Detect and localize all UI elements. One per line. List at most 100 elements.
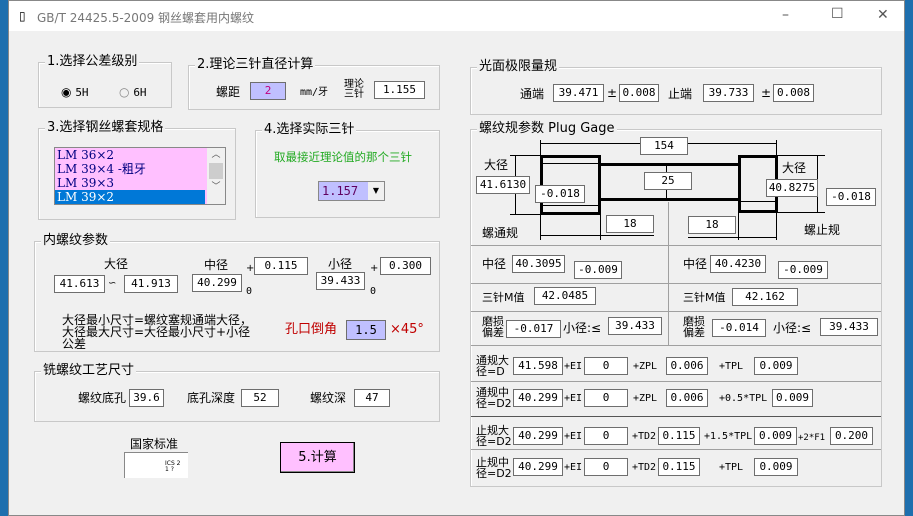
zpl-field[interactable]: 0.006 bbox=[666, 389, 708, 407]
tpl-field[interactable]: 0.009 bbox=[772, 389, 813, 407]
range-symbol: ∽ bbox=[108, 278, 117, 289]
zpl-field[interactable]: 0.006 bbox=[666, 357, 708, 375]
major-max-field[interactable]: 41.913 bbox=[124, 275, 178, 293]
actual-pin-group: 4.选择实际三针 bbox=[255, 121, 440, 218]
actual-pin-combo[interactable]: 1.157 ▼ bbox=[318, 181, 385, 201]
chamfer-field[interactable]: 1.5 bbox=[346, 320, 386, 340]
pitch-upper-field[interactable]: 0.115 bbox=[254, 257, 308, 275]
minimize-button[interactable]: – bbox=[782, 7, 789, 23]
length-field[interactable]: 154 bbox=[640, 137, 688, 155]
nogo-pitch-label: 中径 bbox=[683, 257, 708, 271]
pitch-lower: 0 bbox=[246, 286, 253, 297]
ei-field[interactable]: 0 bbox=[584, 427, 628, 445]
depth-field[interactable]: 52 bbox=[241, 389, 279, 407]
ei-field[interactable]: 0 bbox=[584, 389, 628, 407]
td2-field[interactable]: 0.115 bbox=[658, 458, 700, 476]
go-tol-field[interactable]: 0.008 bbox=[619, 84, 659, 102]
scroll-down-icon[interactable]: ﹀ bbox=[207, 180, 225, 194]
list-scrollbar[interactable]: ︿ ﹀ bbox=[207, 148, 225, 204]
maximize-button[interactable]: ☐ bbox=[831, 6, 844, 22]
actual-pin-title: 4.选择实际三针 bbox=[262, 121, 357, 139]
pitch-input[interactable]: 2 bbox=[250, 82, 286, 100]
spec-listbox[interactable]: LM 36×2 LM 39×4 -粗牙 LM 39×3 LM 39×2 ︿ ﹀ bbox=[54, 147, 226, 205]
nogo-end-field[interactable]: 39.733 bbox=[703, 84, 754, 102]
ei-field[interactable]: 0 bbox=[584, 458, 628, 476]
major-min-field[interactable]: 41.613 bbox=[54, 275, 105, 293]
theory-pin-label: 理论三针 bbox=[344, 79, 364, 100]
radio-5h[interactable]: ◉ 5H bbox=[61, 85, 89, 99]
nogo-m-field[interactable]: 42.162 bbox=[732, 288, 798, 306]
minor-upper-field[interactable]: 0.300 bbox=[380, 257, 431, 275]
milling-title: 铣螺纹工艺尺寸 bbox=[41, 362, 137, 380]
chamfer-suffix: ×45° bbox=[390, 322, 424, 337]
f1-field[interactable]: 0.200 bbox=[830, 427, 873, 445]
tpl-field[interactable]: 0.009 bbox=[754, 357, 798, 375]
go-end-label: 通端 bbox=[520, 87, 545, 101]
list-item[interactable]: LM 39×4 -粗牙 bbox=[55, 162, 205, 176]
mid-length-field[interactable]: 25 bbox=[644, 172, 692, 190]
go-major-label: 大径 bbox=[484, 158, 509, 172]
go-length-field[interactable]: 18 bbox=[606, 215, 654, 233]
go-end-field[interactable]: 39.471 bbox=[553, 84, 604, 102]
pin-calc-title: 2.理论三针直径计算 bbox=[195, 56, 316, 74]
go-major-dev-field[interactable]: -0.018 bbox=[535, 185, 585, 203]
go-pitch-field[interactable]: 40.3095 bbox=[512, 255, 565, 273]
calculate-button[interactable]: 5.计算 bbox=[280, 442, 355, 473]
nogo-major-result[interactable]: 40.299 bbox=[513, 427, 563, 445]
nogo-minor-field[interactable]: 39.433 bbox=[820, 318, 878, 336]
nogo-pitch-result[interactable]: 40.299 bbox=[513, 458, 563, 476]
go-m-field[interactable]: 42.0485 bbox=[534, 287, 596, 305]
note-text: 大径最小尺寸=螺纹塞规通端大径，大径最大尺寸=大径最小尺寸+小径公差 bbox=[62, 313, 253, 351]
thread-depth-field[interactable]: 47 bbox=[354, 389, 390, 407]
td2-field[interactable]: 0.115 bbox=[658, 427, 700, 445]
go-major-field[interactable]: 41.6130 bbox=[476, 176, 530, 194]
window-title: GB/T 24425.5-2009 钢丝螺套用内螺纹 bbox=[37, 11, 255, 25]
nogo-pitch-field[interactable]: 40.4230 bbox=[710, 255, 766, 273]
nogo-major-dev-field[interactable]: -0.018 bbox=[826, 188, 876, 206]
nogo-wear-label: 磨损偏差 bbox=[683, 315, 705, 339]
go-pitch-label: 中径 bbox=[482, 257, 507, 271]
nogo-major-field[interactable]: 40.8275 bbox=[766, 179, 818, 197]
nogo-gauge-name: 螺止规 bbox=[804, 223, 841, 237]
depth-label: 底孔深度 bbox=[187, 391, 236, 405]
nogo-m-label: 三针M值 bbox=[683, 291, 726, 304]
actual-pin-hint: 取最接近理论值的那个三针 bbox=[274, 150, 412, 164]
go-minor-field[interactable]: 39.433 bbox=[608, 317, 662, 335]
theory-pin-value[interactable]: 1.155 bbox=[374, 81, 425, 99]
go-wear-field[interactable]: -0.017 bbox=[506, 320, 561, 338]
tpl-field[interactable]: 0.009 bbox=[754, 427, 797, 445]
radio-unchecked-icon: ○ bbox=[119, 85, 130, 99]
radio-checked-icon: ◉ bbox=[61, 85, 72, 99]
radio-6h[interactable]: ○ 6H bbox=[119, 85, 147, 99]
nogo-pitch-dev-field[interactable]: -0.009 bbox=[778, 261, 828, 279]
app-icon: ▯ bbox=[19, 9, 26, 23]
ei-field[interactable]: 0 bbox=[584, 357, 628, 375]
scroll-up-icon[interactable]: ︿ bbox=[207, 148, 225, 162]
major-label: 大径 bbox=[104, 257, 129, 271]
standard-preview[interactable]: ICS 2 1 ? bbox=[124, 452, 188, 478]
go-major-result[interactable]: 41.598 bbox=[513, 357, 563, 375]
scroll-thumb[interactable] bbox=[209, 163, 223, 179]
nogo-tol-field[interactable]: 0.008 bbox=[773, 84, 814, 102]
tpl-field[interactable]: 0.009 bbox=[754, 458, 798, 476]
minor-field[interactable]: 39.433 bbox=[316, 272, 365, 290]
pitch-unit: mm/牙 bbox=[300, 87, 329, 98]
dropdown-arrow-icon[interactable]: ▼ bbox=[368, 182, 384, 200]
nogo-major-label: 大径 bbox=[782, 161, 807, 175]
hole-label: 螺纹底孔 bbox=[78, 391, 127, 405]
nogo-minor-label: 小径:≤ bbox=[773, 321, 812, 335]
close-button[interactable]: ✕ bbox=[877, 7, 889, 23]
minor-label: 小径 bbox=[328, 257, 353, 271]
list-item[interactable]: LM 36×2 bbox=[55, 148, 205, 162]
pitch-dia-field[interactable]: 40.299 bbox=[192, 274, 242, 292]
hole-field[interactable]: 39.6 bbox=[129, 389, 164, 407]
pitch-dia-label: 中径 bbox=[204, 258, 229, 272]
list-item-selected[interactable]: LM 39×2 bbox=[55, 190, 205, 204]
nogo-length-field[interactable]: 18 bbox=[688, 216, 736, 234]
list-item[interactable]: LM 39×3 bbox=[55, 176, 205, 190]
title-bar: ▯ GB/T 24425.5-2009 钢丝螺套用内螺纹 – ☐ ✕ bbox=[9, 1, 904, 31]
nogo-wear-field[interactable]: -0.014 bbox=[712, 319, 766, 337]
go-pitch-dev-field[interactable]: -0.009 bbox=[574, 261, 622, 279]
go-pitch-result[interactable]: 40.299 bbox=[513, 389, 563, 407]
tolerance-group: 1.选择公差级别 ◉ 5H ○ 6H bbox=[38, 53, 172, 108]
